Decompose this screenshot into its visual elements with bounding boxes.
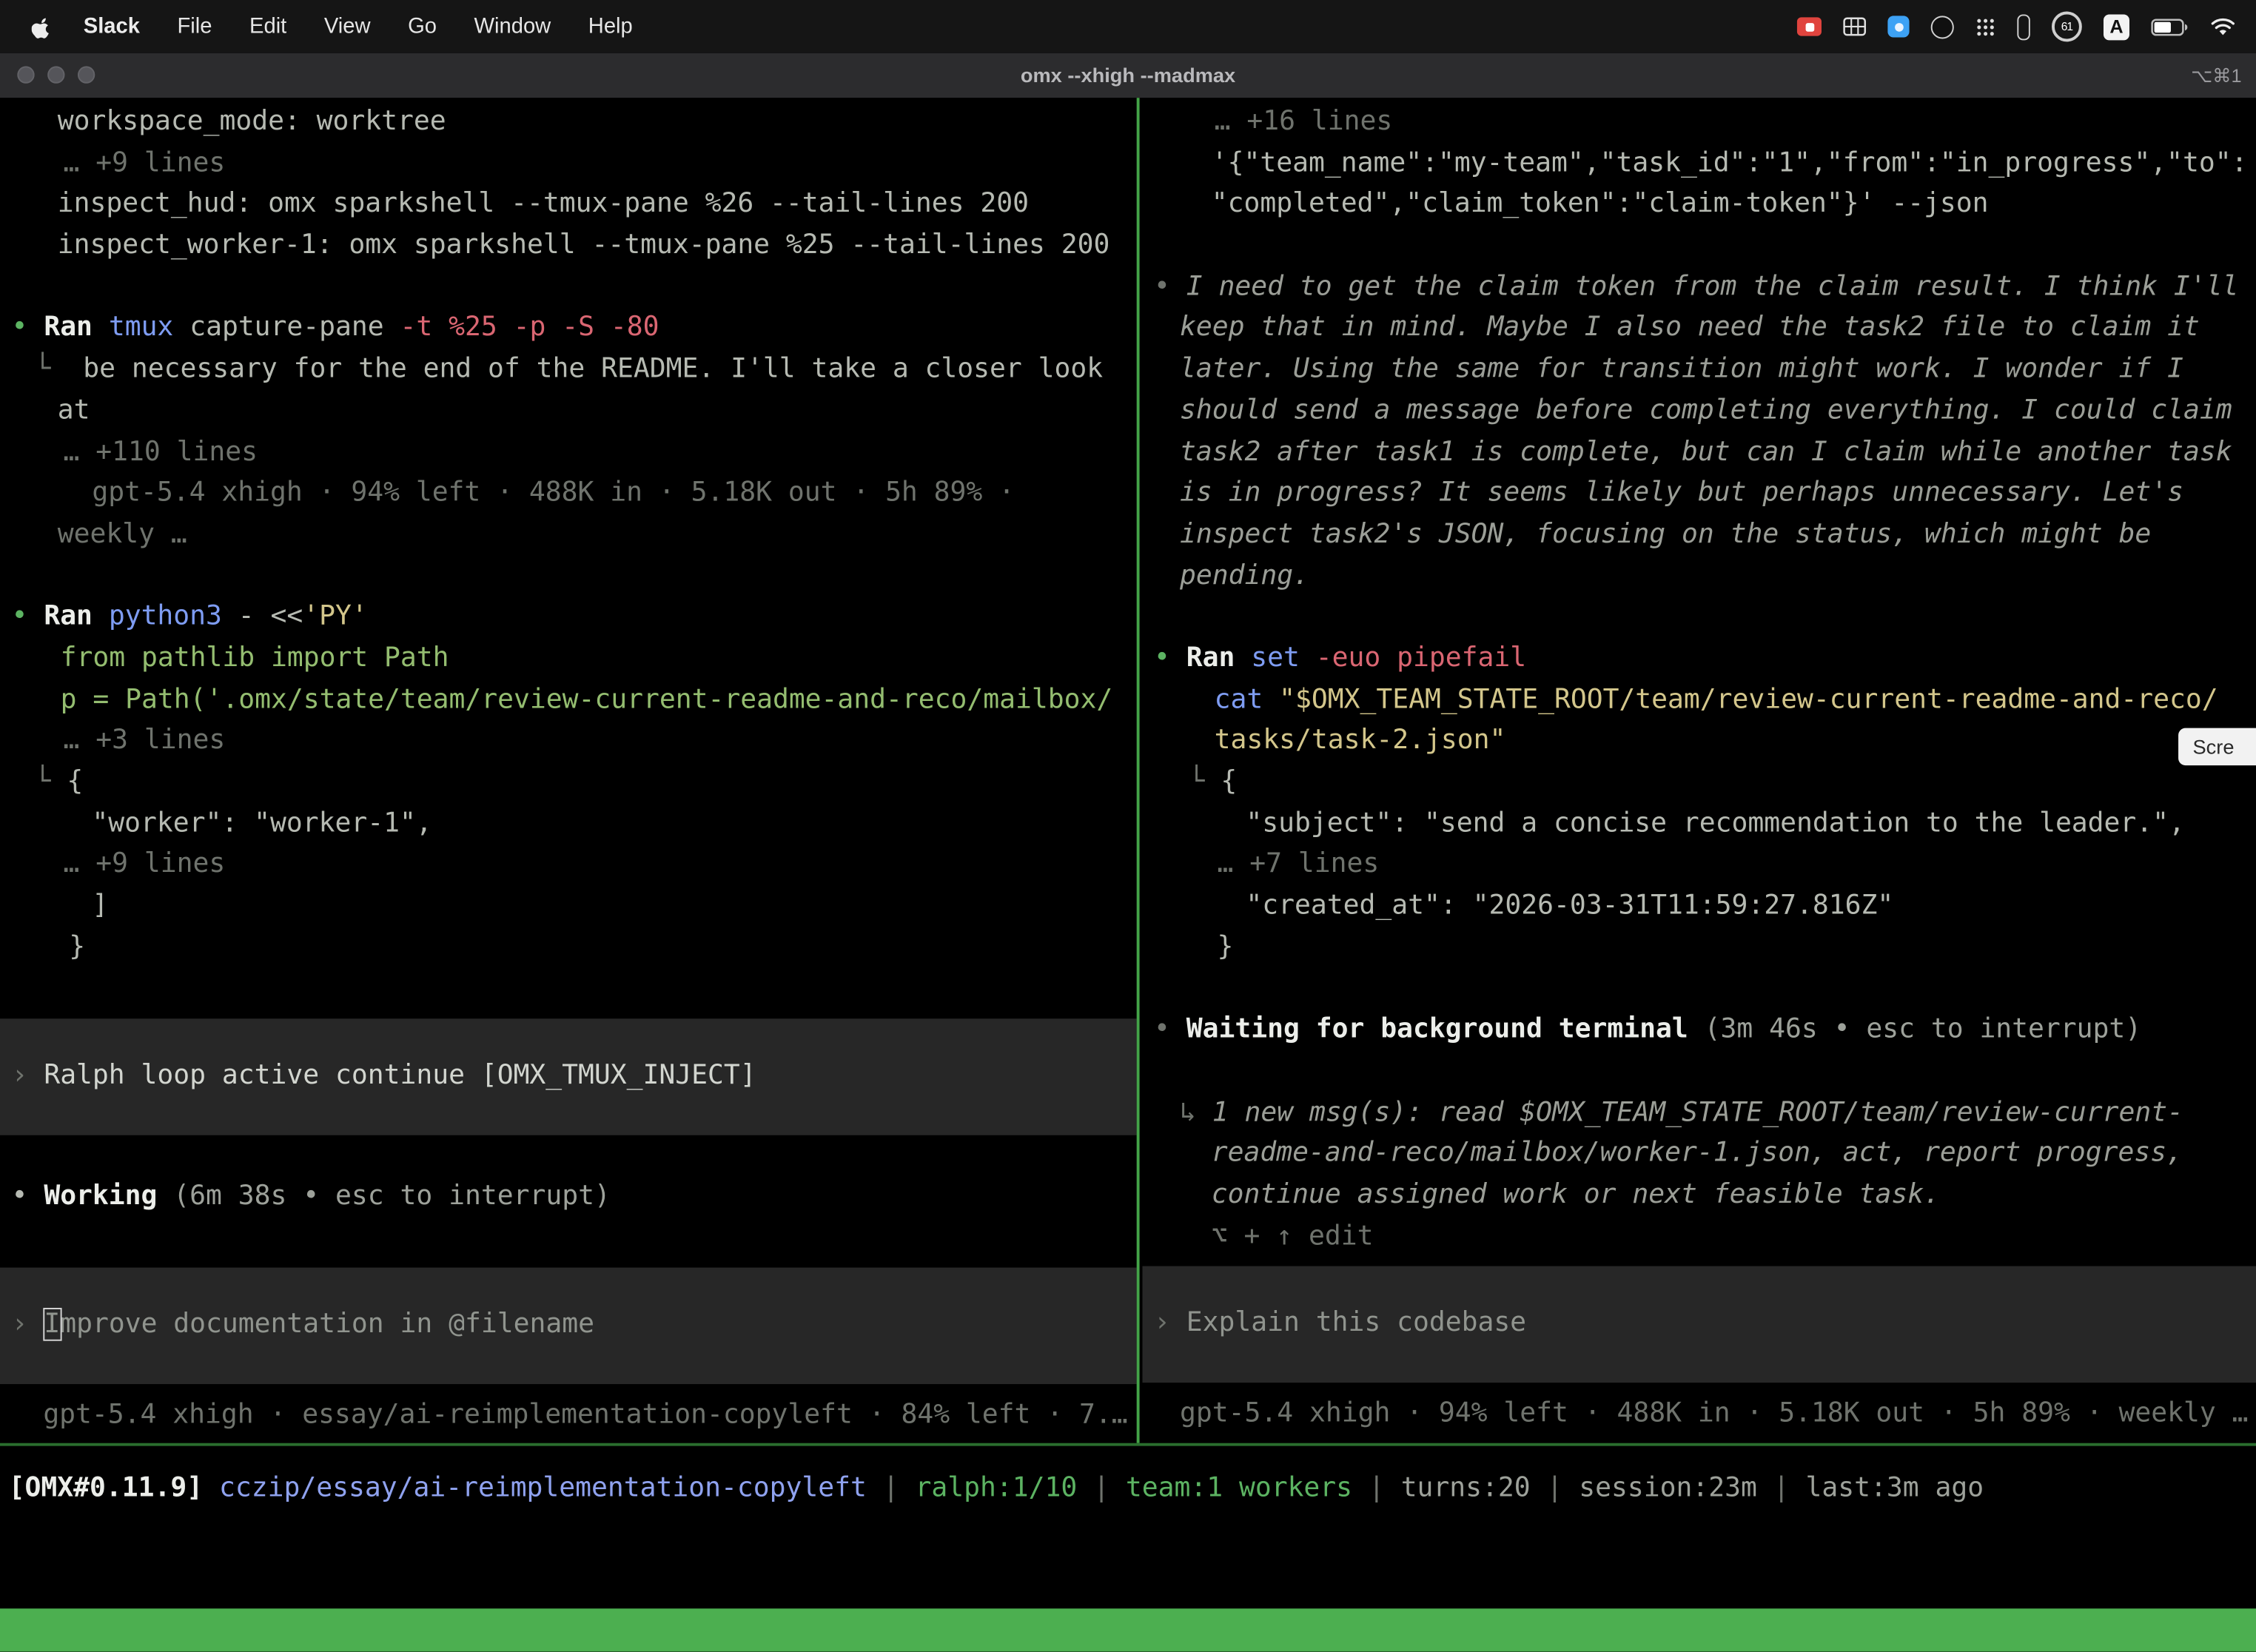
terminal-line [1142,969,2256,1010]
terminal-line: • Ran python3 - <<'PY' [0,597,1137,639]
terminal-line: '{"team_name":"my-team","task_id":"1","f… [1142,144,2256,185]
window-title-bar[interactable]: omx --xhigh --madmax ⌥⌘1 [0,53,2256,99]
terminal-line: └ be necessary for the end of the README… [0,350,1137,392]
wifi-icon[interactable] [2210,16,2236,36]
menu-item-file[interactable]: File [177,14,212,38]
waiting-status: • Waiting for background terminal (3m 46… [1142,1010,2256,1052]
terminal-line: • I need to get the claim token from the… [1142,267,2256,309]
tmux-pane-status: [OMX#0.11.9] cczip/essay/ai-reimplementa… [0,1446,2256,1609]
terminal-line: … +7 lines [1142,845,2256,887]
terminal-line: should send a message before completing … [1142,391,2256,432]
menu-bar-status-icons: 61 A [1797,12,2256,42]
terminal-line: pending. [1142,556,2256,597]
terminal-line [0,969,1137,1010]
screen-share-tooltip: Scre [2178,728,2256,766]
terminal-line: at [0,391,1137,432]
terminal-line: "created_at": "2026-03-31T11:59:27.816Z" [1142,887,2256,928]
model-status-right: gpt-5.4 xhigh · 94% left · 488K in · 5.1… [1142,1394,2256,1436]
terminal-line: • Ran set -euo pipefail [1142,639,2256,680]
terminal-line: └ { [0,762,1137,804]
terminal-line: … +9 lines [0,845,1137,887]
terminal[interactable]: workspace_mode: worktree… +9 linesinspec… [0,98,2256,1608]
terminal-line [1142,1052,2256,1093]
terminal-line: workspace_mode: worktree [0,102,1137,144]
gauge-value: 61 [2061,20,2072,33]
menu-item-edit[interactable]: Edit [249,14,286,38]
terminal-line: inspect_hud: omx sparkshell --tmux-pane … [0,185,1137,226]
working-status: • Working (6m 38s • esc to interrupt) [0,1176,1137,1218]
circle-app-icon[interactable] [1931,15,1954,38]
terminal-line: ⌥ + ↑ edit [1142,1217,2256,1258]
terminal-line: cat "$OMX_TEAM_STATE_ROOT/team/review-cu… [1142,680,2256,722]
terminal-line: "subject": "send a concise recommendatio… [1142,804,2256,845]
dots-grid-icon[interactable] [1975,16,1995,36]
terminal-line [0,1218,1137,1259]
text-cursor: I [44,1309,60,1340]
terminal-line: ↳ 1 new msg(s): read $OMX_TEAM_STATE_ROO… [1142,1092,2256,1134]
terminal-line: gpt-5.4 xhigh · 94% left · 488K in · 5.1… [0,474,1137,515]
ralph-loop-banner[interactable]: › Ralph loop active continue [OMX_TMUX_I… [0,1019,1137,1135]
terminal-line: inspect task2's JSON, focusing on the st… [1142,515,2256,557]
window-title: omx --xhigh --madmax [0,53,2256,98]
battery-icon[interactable] [2151,18,2189,35]
terminal-line: later. Using the same for transition mig… [1142,350,2256,392]
terminal-line: from pathlib import Path [0,639,1137,680]
terminal-line [0,556,1137,597]
tmux-status-bar: [omx-cczip0:bash* "MacBook-Pro-44.local"… [0,1608,2256,1651]
tmux-pane-divider [1137,98,1140,1443]
terminal-line: … +9 lines [0,144,1137,185]
terminal-line [0,1135,1137,1176]
grid-app-icon[interactable] [1843,17,1866,36]
terminal-line: } [0,927,1137,969]
terminal-line: └ { [1142,762,2256,804]
menu-bar: Slack File Edit View Go Window Help 61 A [0,0,2256,53]
tmux-pane-worker-left[interactable]: workspace_mode: worktree… +9 linesinspec… [0,98,1137,1443]
terminal-line: readme-and-reco/mailbox/worker-1.json, a… [1142,1134,2256,1175]
terminal-line [1142,597,2256,639]
menu-item-view[interactable]: View [324,14,371,38]
terminal-line: } [1142,927,2256,969]
terminal-line: "completed","claim_token":"claim-token"}… [1142,185,2256,226]
terminal-line [1142,226,2256,267]
battery-percent-gauge[interactable]: 61 [2052,12,2082,42]
apple-icon [32,14,52,38]
screen: Slack File Edit View Go Window Help 61 A [0,0,2256,1652]
apple-menu[interactable] [32,14,52,38]
omx-status-line: [OMX#0.11.9] cczip/essay/ai-reimplementa… [0,1469,2256,1511]
terminal-line: task2 after task1 is complete, but can I… [1142,432,2256,474]
terminal-line: tasks/task-2.json" [1142,722,2256,763]
terminal-line [0,267,1137,309]
terminal-line: keep that in mind. Maybe I also need the… [1142,309,2256,350]
terminal-line: p = Path('.omx/state/team/review-current… [0,680,1137,722]
input-source-icon[interactable]: A [2104,13,2129,39]
terminal-line: ] [0,887,1137,928]
screen-recording-icon[interactable] [1797,17,1822,36]
blue-app-icon[interactable] [1887,16,1909,37]
terminal-line: … +110 lines [0,432,1137,474]
menu-item-window[interactable]: Window [474,14,551,38]
prompt-input-left[interactable]: › Improve documentation in @filename [0,1267,1137,1383]
terminal-line: weekly … [0,515,1137,557]
terminal-line: … +3 lines [0,722,1137,763]
terminal-line: is in progress? It seems likely but perh… [1142,474,2256,515]
menu-bar-left: Slack File Edit View Go Window Help [0,14,633,38]
prompt-input-right[interactable]: › Explain this codebase [1142,1266,2256,1383]
capsule-app-icon[interactable] [2017,13,2030,39]
model-status-left: gpt-5.4 xhigh · essay/ai-reimplementatio… [0,1395,1137,1437]
tmux-pane-worker-right[interactable]: … +16 lines'{"team_name":"my-team","task… [1142,98,2256,1443]
terminal-line: inspect_worker-1: omx sparkshell --tmux-… [0,226,1137,267]
window-shortcut: ⌥⌘1 [2191,53,2241,98]
menu-item-help[interactable]: Help [588,14,633,38]
terminal-line: • Ran tmux capture-pane -t %25 -p -S -80 [0,309,1137,350]
terminal-line: continue assigned work or next feasible … [1142,1175,2256,1217]
menu-items: File Edit View Go Window Help [177,14,632,38]
menu-item-go[interactable]: Go [408,14,437,38]
terminal-line: "worker": "worker-1", [0,804,1137,845]
terminal-line: … +16 lines [1142,102,2256,144]
app-menu-slack[interactable]: Slack [84,14,140,38]
